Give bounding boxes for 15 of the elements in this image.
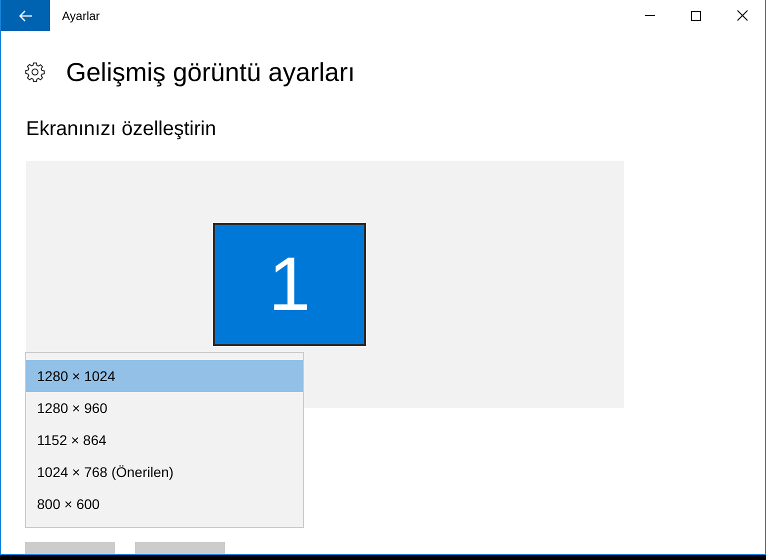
menu-item[interactable]: 1280 × 960 <box>26 392 303 424</box>
menu-item[interactable]: 1152 × 864 <box>26 424 303 456</box>
section-title: Ekranınızı özelleştirin <box>26 118 218 141</box>
display-tile[interactable]: 1 <box>213 223 366 346</box>
settings-icon <box>25 62 45 82</box>
menu-item[interactable]: 1280 × 1024 <box>26 360 303 392</box>
menu-item[interactable]: 800 × 600 <box>26 488 303 520</box>
back-arrow-icon <box>18 10 32 22</box>
close-icon <box>736 10 748 21</box>
window-title: Ayarlar <box>62 8 101 22</box>
page-title: Gelişmiş görüntü ayarları <box>66 56 355 88</box>
back-button[interactable] <box>1 0 50 31</box>
minimize-icon <box>645 15 655 16</box>
maximize-icon <box>691 10 701 20</box>
menu-item[interactable]: 1024 × 768 (Önerilen) <box>26 456 303 488</box>
